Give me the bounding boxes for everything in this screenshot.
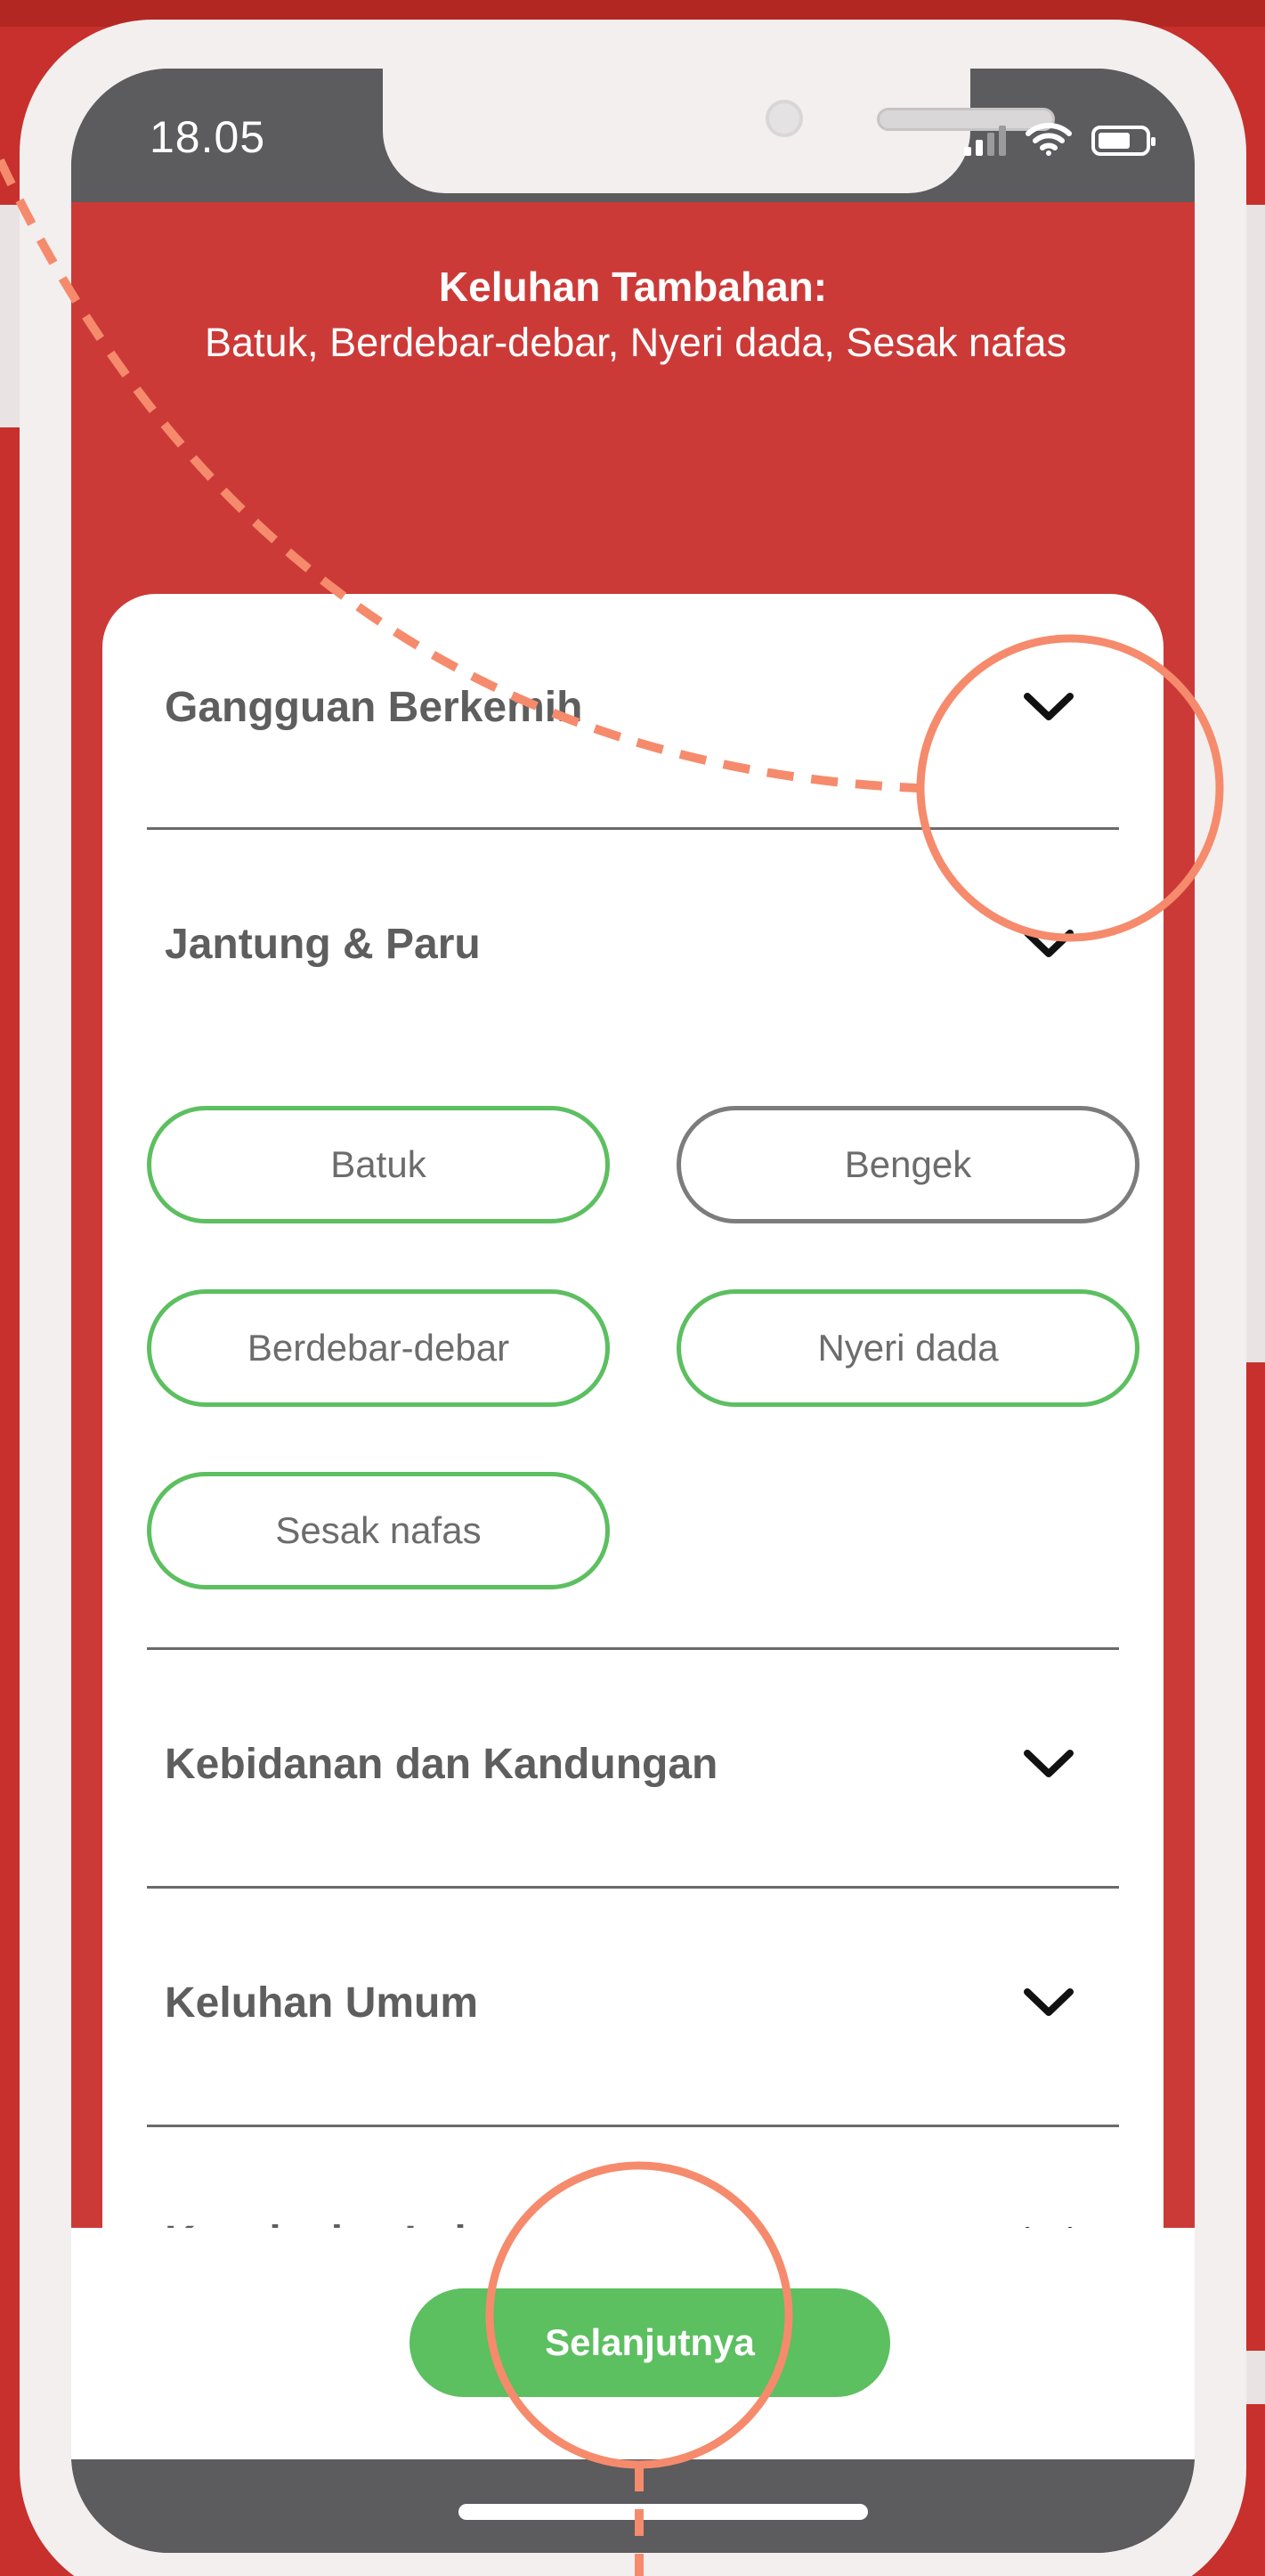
status-icons <box>964 122 1156 156</box>
home-bar <box>71 2459 1195 2553</box>
section-title: Keluhan Umum <box>165 1979 479 2027</box>
section-kebidanan-kandungan[interactable]: Kebidanan dan Kandungan <box>147 1653 1119 1889</box>
chip-batuk[interactable]: Batuk <box>147 1106 610 1223</box>
chevron-down-icon[interactable] <box>1023 692 1074 722</box>
phone-screen: 18.05 Keluhan Tambahan: Batuk, Berdebar-… <box>71 69 1195 2553</box>
notch <box>383 69 1055 193</box>
section-gangguan-berkemih[interactable]: Gangguan Berkemih <box>147 594 1119 830</box>
chip-bengek[interactable]: Bengek <box>677 1106 1139 1223</box>
complaint-title: Keluhan Tambahan: <box>438 264 828 310</box>
section-title: Gangguan Berkemih <box>165 684 583 731</box>
signal-icon <box>964 126 1006 156</box>
complaint-card: Gangguan Berkemih Jantung & Paru Batuk B… <box>102 594 1164 2464</box>
section-title: Jantung & Paru <box>165 921 481 968</box>
complaint-summary: Batuk, Berdebar-debar, Nyeri dada, Sesak… <box>205 320 1067 365</box>
next-button[interactable]: Selanjutnya <box>410 2288 890 2397</box>
section-title: Kebidanan dan Kandungan <box>165 1741 718 1788</box>
action-bar: Selanjutnya <box>71 2228 1195 2459</box>
section-jantung-paru[interactable]: Jantung & Paru Batuk Bengek Berdebar-deb… <box>147 833 1139 1650</box>
chevron-down-icon[interactable] <box>1023 1987 1074 2018</box>
battery-icon <box>1091 126 1156 156</box>
chip-berdebar-debar[interactable]: Berdebar-debar <box>147 1289 610 1407</box>
chevron-down-icon[interactable] <box>1023 1749 1074 1779</box>
phone-frame: 18.05 Keluhan Tambahan: Batuk, Berdebar-… <box>20 20 1246 2576</box>
chip-sesak-nafas[interactable]: Sesak nafas <box>147 1472 610 1589</box>
status-time: 18.05 <box>150 112 266 162</box>
wifi-icon <box>1026 123 1072 156</box>
chevron-down-icon[interactable] <box>1023 929 1074 959</box>
home-indicator[interactable] <box>458 2504 868 2520</box>
camera-icon <box>766 100 803 137</box>
app-header: Keluhan Tambahan: Batuk, Berdebar-debar,… <box>71 202 1195 2464</box>
section-keluhan-umum[interactable]: Keluhan Umum <box>147 1891 1119 2127</box>
chip-nyeri-dada[interactable]: Nyeri dada <box>677 1289 1139 1407</box>
status-bar: 18.05 <box>71 69 1195 202</box>
